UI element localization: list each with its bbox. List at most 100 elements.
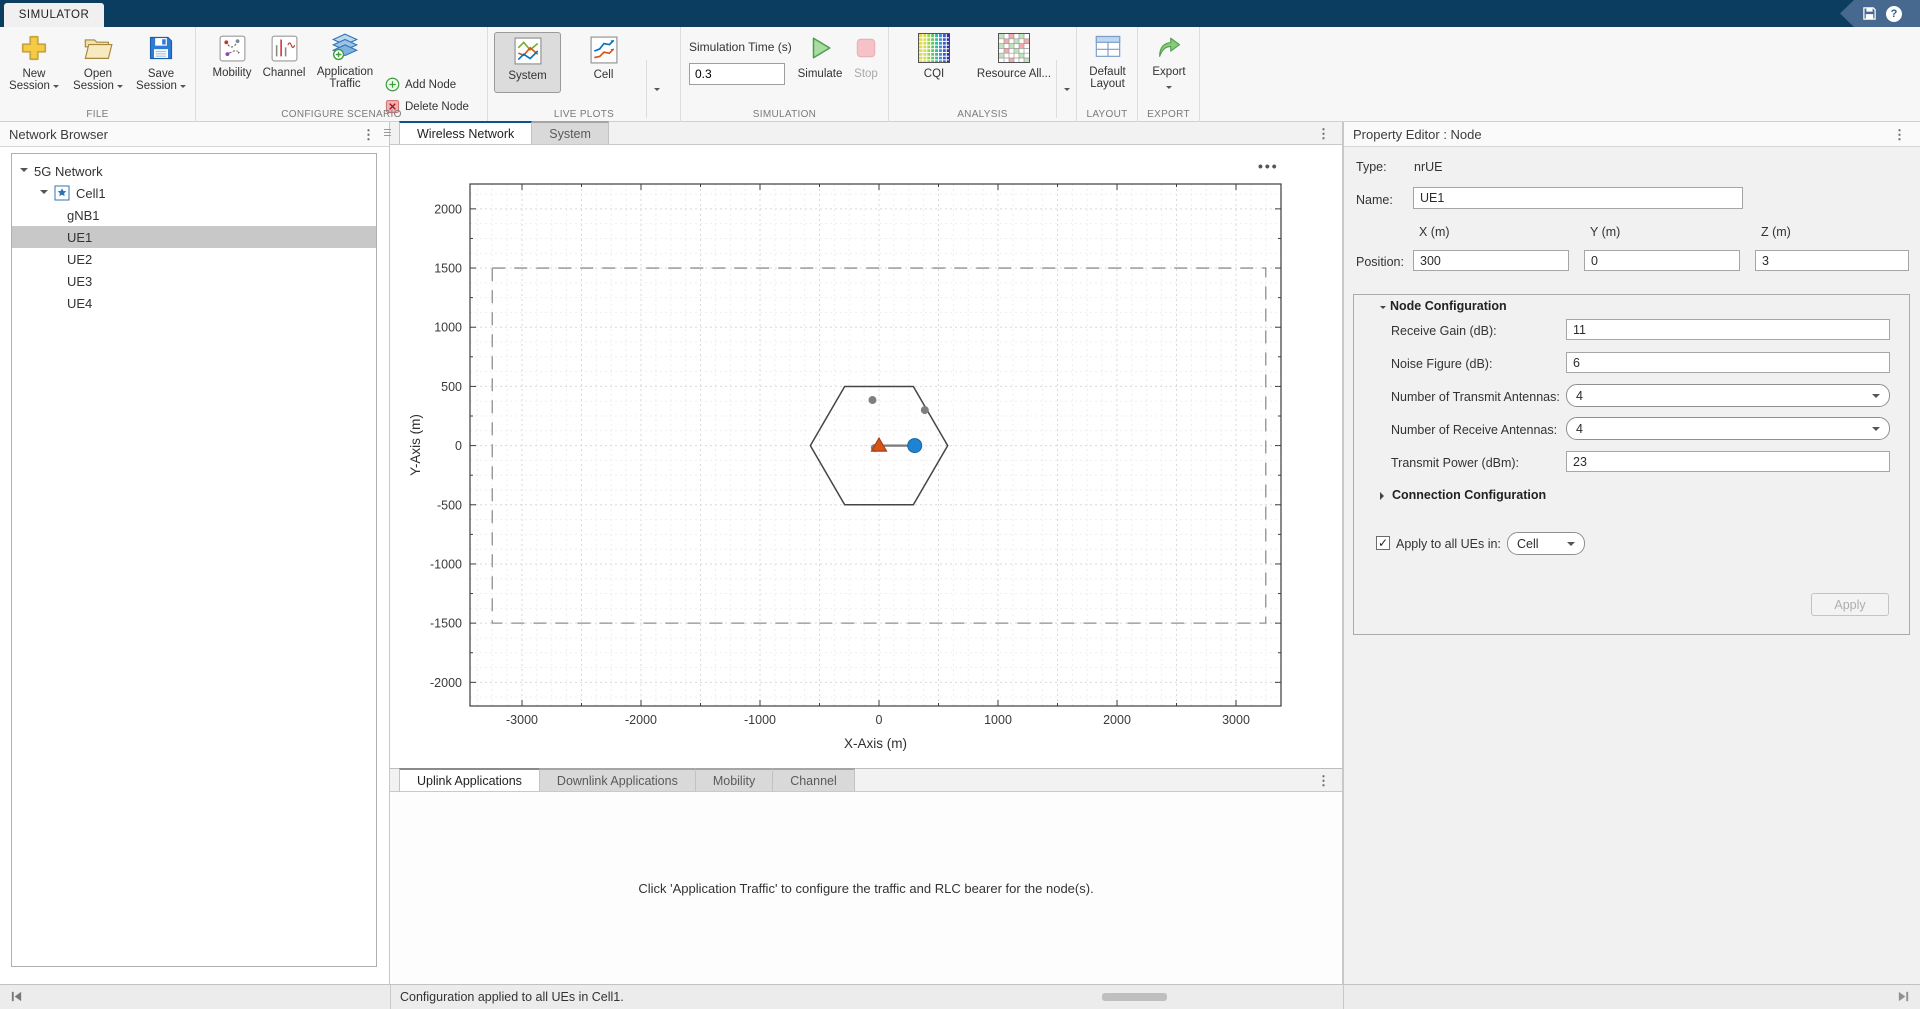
svg-text:3000: 3000	[1222, 713, 1250, 727]
position-label: Position:	[1356, 255, 1404, 269]
svg-text:0: 0	[455, 439, 462, 453]
applications-panel: ⋯ Uplink Applications Downlink Applicati…	[390, 768, 1343, 984]
tree-item-gnb1[interactable]: gNB1	[12, 204, 376, 226]
transmit-power-field[interactable]	[1566, 451, 1890, 472]
save-session-button[interactable]: Save Session	[134, 33, 188, 92]
cell-plot-toggle[interactable]: Cell	[570, 32, 637, 93]
tab-channel[interactable]: Channel	[773, 768, 855, 791]
open-session-button[interactable]: Open Session	[70, 33, 126, 92]
stop-button[interactable]: Stop	[847, 33, 885, 80]
resource-allocation-grid-icon	[998, 33, 1030, 63]
name-field[interactable]	[1413, 187, 1743, 209]
section-collapse-caret-icon	[1380, 306, 1386, 312]
apply-to-all-label: Apply to all UEs in:	[1396, 537, 1501, 551]
new-session-button[interactable]: New Session	[8, 33, 60, 92]
quick-save-icon[interactable]	[1862, 6, 1877, 21]
vertical-splitter-handle[interactable]	[384, 124, 391, 140]
export-label: Export	[1142, 66, 1196, 78]
connection-configuration-section[interactable]: Connection Configuration	[1380, 488, 1546, 502]
tree-item-label: UE1	[67, 230, 92, 245]
tree-item-ue3[interactable]: UE3	[12, 270, 376, 292]
add-node-button[interactable]: Add Node	[385, 77, 456, 92]
channel-button[interactable]: Channel	[258, 35, 310, 79]
tab-mobility[interactable]: Mobility	[696, 768, 773, 791]
application-traffic-label1: Application	[312, 66, 378, 78]
resource-allocation-button[interactable]: Resource All...	[973, 33, 1055, 80]
num-receive-antennas-dropdown[interactable]: 4	[1566, 417, 1890, 440]
tree-item-ue4[interactable]: UE4	[12, 292, 376, 314]
tab-system[interactable]: System	[532, 121, 609, 144]
tree-item-label: UE3	[67, 274, 92, 289]
tab-downlink-applications[interactable]: Downlink Applications	[540, 768, 696, 791]
node-marker-ue3[interactable]	[921, 406, 929, 414]
dropdown-caret-icon	[1872, 427, 1880, 435]
tree-item-label: gNB1	[67, 208, 100, 223]
add-node-label: Add Node	[405, 79, 456, 91]
tab-uplink-applications[interactable]: Uplink Applications	[399, 768, 540, 791]
cqi-button[interactable]: CQI	[905, 33, 963, 80]
applications-panel-menu-icon[interactable]: ⋮	[1317, 774, 1330, 787]
svg-text:2000: 2000	[1103, 713, 1131, 727]
network-browser-menu-icon[interactable]: ⋮	[362, 128, 375, 141]
node-configuration-section[interactable]: Node Configuration	[1380, 299, 1507, 313]
save-session-label2: Session	[134, 80, 188, 92]
plot-options-icon[interactable]: •••	[1258, 158, 1279, 174]
export-button[interactable]: Export	[1142, 33, 1196, 96]
apply-button[interactable]: Apply	[1811, 593, 1889, 616]
property-editor-header: Property Editor : Node ⋮	[1344, 122, 1920, 147]
skip-to-start-icon[interactable]	[10, 990, 23, 1003]
num-transmit-antennas-label: Number of Transmit Antennas:	[1391, 390, 1560, 404]
tree-item-ue2[interactable]: UE2	[12, 248, 376, 270]
wireless-network-canvas-panel: Wireless Network System ⋮ -3000-2000-100…	[390, 122, 1343, 768]
title-bar: SIMULATOR ?	[0, 0, 1920, 27]
tab-simulator[interactable]: SIMULATOR	[4, 3, 104, 27]
system-plot-toggle[interactable]: System	[494, 32, 561, 93]
property-editor-title: Property Editor : Node	[1353, 127, 1482, 142]
ribbon-section-configure-scenario: Mobility Channel Application Traffic Add…	[196, 27, 488, 122]
help-icon[interactable]: ?	[1886, 6, 1902, 22]
simulate-button[interactable]: Simulate	[793, 33, 847, 80]
svg-text:1000: 1000	[984, 713, 1012, 727]
ribbon-section-simulation: Simulation Time (s) Simulate Stop SIMULA…	[681, 27, 889, 122]
ribbon-toolbar: New Session Open Session Save Session FI…	[0, 27, 1920, 122]
expand-caret-icon[interactable]	[40, 190, 48, 198]
applications-hint-message: Click 'Application Traffic' to configure…	[390, 881, 1342, 896]
cell-plot-label: Cell	[570, 69, 637, 81]
node-marker-ue1[interactable]	[908, 439, 922, 453]
property-editor-menu-icon[interactable]: ⋮	[1893, 128, 1906, 141]
ribbon-section-layout: Default Layout LAYOUT	[1077, 27, 1138, 122]
mobility-button[interactable]: Mobility	[206, 35, 258, 79]
tree-item-label: UE2	[67, 252, 92, 267]
num-transmit-antennas-dropdown[interactable]: 4	[1566, 384, 1890, 407]
apply-scope-dropdown[interactable]: Cell	[1507, 532, 1585, 555]
skip-to-end-icon[interactable]	[1897, 990, 1910, 1003]
node-marker-ue2[interactable]	[868, 396, 876, 404]
position-y-field[interactable]	[1584, 250, 1740, 271]
svg-text:1500: 1500	[434, 262, 462, 276]
receive-gain-field[interactable]	[1566, 319, 1890, 340]
y-axis-label: Y-Axis (m)	[408, 414, 423, 476]
position-x-field[interactable]	[1413, 250, 1569, 271]
simulation-time-input[interactable]	[689, 63, 785, 85]
section-label-configure-scenario: CONFIGURE SCENARIO	[196, 109, 487, 120]
noise-figure-field[interactable]	[1566, 352, 1890, 373]
section-label-analysis: ANALYSIS	[889, 109, 1076, 120]
tree-item-cell1[interactable]: Cell1	[12, 182, 376, 204]
application-traffic-button[interactable]: Application Traffic	[312, 33, 378, 90]
canvas-panel-menu-icon[interactable]: ⋮	[1317, 127, 1330, 140]
tab-wireless-network[interactable]: Wireless Network	[399, 121, 532, 144]
expand-caret-icon[interactable]	[20, 168, 28, 176]
cell-plot-icon	[590, 36, 618, 64]
default-layout-button[interactable]: Default Layout	[1080, 33, 1135, 90]
tree-item-ue1-selected[interactable]: UE1	[12, 226, 376, 248]
position-z-field[interactable]	[1755, 250, 1909, 271]
svg-text:-1000: -1000	[430, 557, 462, 571]
horizontal-scrollbar-thumb[interactable]	[1102, 993, 1167, 1001]
tree-item-5g-network[interactable]: 5G Network	[12, 160, 376, 182]
mobility-label: Mobility	[206, 67, 258, 79]
cell-star-icon	[54, 185, 70, 201]
svg-text:-2000: -2000	[430, 676, 462, 690]
transmit-power-label: Transmit Power (dBm):	[1391, 456, 1519, 470]
network-plot[interactable]: -3000-2000-10000100020003000-2000-1500-1…	[390, 145, 1343, 768]
apply-to-all-checkbox[interactable]: ✓	[1376, 536, 1390, 550]
